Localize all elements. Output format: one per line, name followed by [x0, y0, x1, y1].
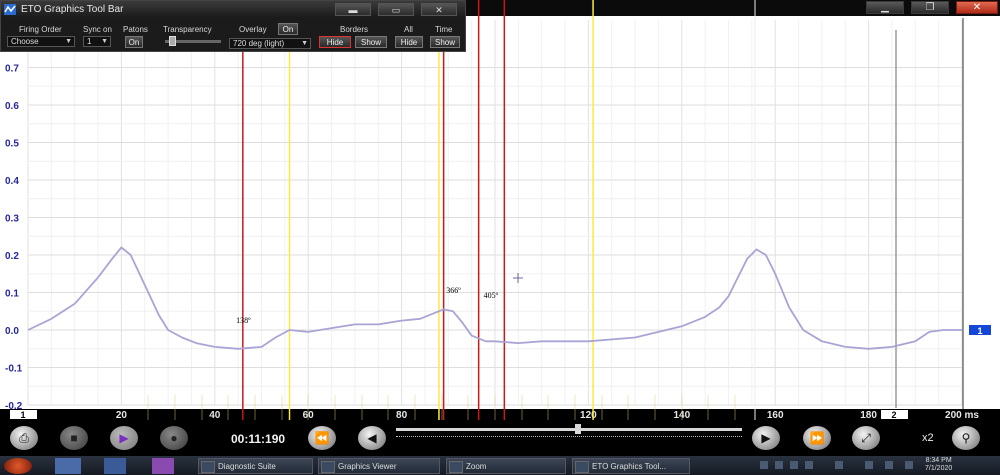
- taskbar-icon-files[interactable]: [55, 458, 81, 474]
- patons-label: Patons: [123, 25, 148, 34]
- y-tick-label: 0.2: [5, 251, 19, 262]
- play-icon[interactable]: ▶: [110, 426, 138, 450]
- taskbar-icon-app[interactable]: [152, 458, 174, 474]
- fullscreen-icon[interactable]: ⤢: [852, 426, 880, 450]
- borders-show-button[interactable]: Show: [355, 36, 387, 48]
- zoom-level: x2: [922, 432, 934, 444]
- sync-label: Sync on: [83, 25, 112, 34]
- overlay-select[interactable]: 720 deg (light) ▼: [229, 38, 311, 49]
- volume-icon[interactable]: [905, 461, 913, 469]
- eto-close-button[interactable]: ✕: [421, 3, 457, 16]
- y-tick-label: 0.4: [5, 176, 19, 187]
- eto-minimize-button[interactable]: ▬: [335, 3, 371, 16]
- magnifier-icon[interactable]: ⚲: [952, 426, 980, 450]
- taskbar-window-label: Diagnostic Suite: [218, 462, 276, 471]
- eto-toolbar-title: ETO Graphics Tool Bar: [21, 4, 124, 15]
- stop-icon[interactable]: ■: [60, 426, 88, 450]
- y-tick-label: 0.1: [5, 289, 19, 300]
- channel-badge-label: 1: [977, 326, 982, 336]
- dropdown-arrow-icon: ▼: [101, 38, 108, 45]
- scrub-track[interactable]: [396, 428, 742, 431]
- record-icon[interactable]: ●: [160, 426, 188, 450]
- time-show-button[interactable]: Show: [430, 36, 460, 48]
- scrub-ticks: [396, 436, 742, 437]
- taskbar-window-label: Graphics Viewer: [338, 462, 397, 471]
- transparency-label: Transparency: [163, 25, 212, 34]
- y-tick-label: 0.6: [5, 101, 19, 112]
- network-icon[interactable]: [885, 461, 893, 469]
- cursor-marker-2-label: 2: [891, 410, 896, 420]
- window-app-icon: [321, 460, 335, 473]
- eto-toolbar-titlebar[interactable]: ETO Graphics Tool Bar ▬ ▭ ✕: [1, 1, 465, 18]
- all-hide-button[interactable]: Hide: [395, 36, 423, 48]
- plot-background: [0, 16, 1000, 410]
- dropdown-arrow-icon: ▼: [65, 38, 72, 45]
- borders-label: Borders: [340, 25, 369, 34]
- tray-icon[interactable]: [790, 461, 798, 469]
- taskbar-window-1[interactable]: Graphics Viewer: [318, 458, 440, 474]
- angle-annotation: 138º: [236, 316, 251, 325]
- angle-annotation: 366º: [446, 286, 461, 295]
- firing-order-select[interactable]: Choose ▼: [7, 36, 75, 47]
- waveform-chart: 0.70.60.50.40.30.20.10.0-0.1-0.220 40 60 80…: [0, 0, 1000, 475]
- eto-toolbar: ETO Graphics Tool Bar ▬ ▭ ✕ Firing Order…: [0, 0, 466, 52]
- print-icon[interactable]: ⎙: [10, 426, 38, 450]
- taskbar-window-0[interactable]: Diagnostic Suite: [198, 458, 313, 474]
- x-axis-bar: [0, 409, 1000, 420]
- taskbar-clock: 8:34 PM 7/1/2020: [925, 457, 952, 473]
- tray-icon[interactable]: [865, 461, 873, 469]
- borders-hide-button[interactable]: Hide: [319, 36, 351, 48]
- step-forward-icon[interactable]: ▶: [752, 426, 780, 450]
- clock-date: 7/1/2020: [925, 465, 953, 472]
- eto-restore-button[interactable]: ▭: [378, 3, 414, 16]
- y-tick-label: 0.7: [5, 64, 19, 75]
- patons-on-button[interactable]: On: [125, 36, 143, 48]
- eto-logo-icon: [4, 4, 16, 15]
- start-button[interactable]: [4, 458, 32, 474]
- y-tick-label: 0.0: [5, 326, 19, 337]
- step-back-icon[interactable]: ◀: [358, 426, 386, 450]
- tray-icon[interactable]: [805, 461, 813, 469]
- y-tick-label: 0.3: [5, 214, 19, 225]
- taskbar-window-label: Zoom: [466, 462, 487, 471]
- angle-annotation: 405º: [484, 291, 499, 300]
- taskbar-window-label: ETO Graphics Tool...: [592, 462, 666, 471]
- taskbar-window-3[interactable]: ETO Graphics Tool...: [572, 458, 690, 474]
- y-tick-label: -0.1: [5, 364, 23, 375]
- time-display: 00:11:190: [231, 432, 286, 446]
- cursor-marker-1-label: 1: [20, 410, 25, 420]
- firing-order-label: Firing Order: [19, 25, 62, 34]
- rewind-icon[interactable]: ⏪: [308, 426, 336, 450]
- tray-icon[interactable]: [760, 461, 768, 469]
- tray-icon[interactable]: [835, 461, 843, 469]
- window-app-icon: [449, 460, 463, 473]
- window-app-icon: [575, 460, 589, 473]
- y-tick-label: 0.5: [5, 139, 19, 150]
- overlay-label: Overlay: [239, 25, 267, 34]
- fast-forward-icon[interactable]: ⏩: [803, 426, 831, 450]
- playback-controls: [0, 420, 1000, 456]
- taskbar-window-2[interactable]: Zoom: [446, 458, 566, 474]
- window-app-icon: [201, 460, 215, 473]
- all-label: All: [404, 25, 413, 34]
- sync-select[interactable]: 1 ▼: [83, 36, 111, 47]
- overlay-on-button[interactable]: On: [278, 23, 298, 35]
- dropdown-arrow-icon: ▼: [301, 40, 308, 47]
- scrub-handle[interactable]: [575, 424, 581, 434]
- tray-icon[interactable]: [775, 461, 783, 469]
- taskbar-icon-media[interactable]: [104, 458, 126, 474]
- time-label: Time: [435, 25, 453, 34]
- transparency-slider-knob[interactable]: [169, 36, 176, 46]
- clock-time: 8:34 PM: [925, 457, 952, 464]
